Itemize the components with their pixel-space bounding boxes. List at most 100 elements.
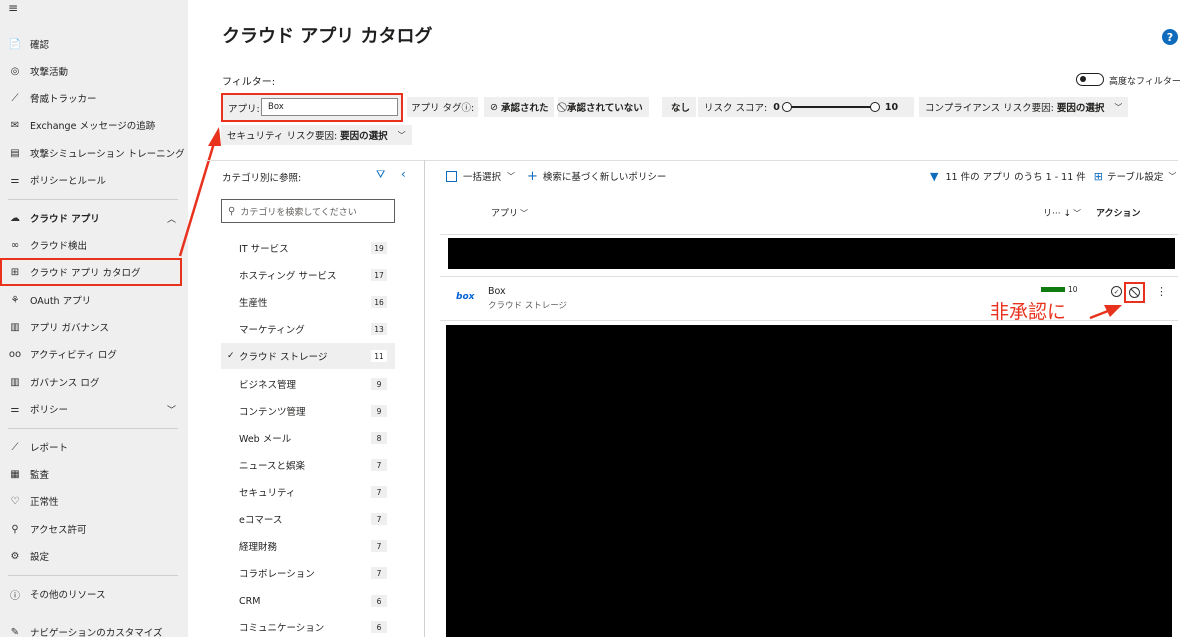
document-icon: 📄 (8, 38, 22, 50)
unsanctioned-tag-button[interactable]: ⃠承認されていない (558, 97, 649, 117)
category-label: 生産性 (239, 298, 268, 309)
nav-item-policies[interactable]: ⚌ ポリシー ﹀ (0, 398, 188, 420)
nav-item-permissions[interactable]: ⚲ アクセス許可 (0, 518, 188, 540)
nav-item-campaigns[interactable]: ◎ 攻撃活動 (0, 60, 188, 82)
chevron-down-icon[interactable]: ﹀ (507, 171, 515, 182)
advanced-filter-toggle[interactable] (1076, 73, 1104, 86)
row-divider (440, 234, 1178, 235)
bulk-select-checkbox[interactable] (446, 170, 457, 182)
category-item[interactable]: CRM 6 (221, 588, 395, 614)
no-tag-button[interactable]: なし (662, 97, 697, 117)
table-toolbar-right: ▼ 11 件の アプリ のうち 1 - 11 件 ⊞ テーブル設定 ﹀ (930, 169, 1176, 184)
help-icon[interactable]: ? (1162, 29, 1178, 45)
security-risk-filter[interactable]: セキュリティ リスク要因: 要因の選択 ﹀ (221, 125, 412, 145)
nav-item-cloud-app-catalog[interactable]: ⊞ クラウド アプリ カタログ (0, 258, 182, 286)
chevron-down-icon[interactable]: ﹀ (167, 403, 176, 416)
nav-item-governance-log[interactable]: ▥ ガバナンス ログ (0, 371, 188, 393)
category-count: 13 (371, 323, 387, 335)
app-filter-label: アプリ: (228, 104, 260, 115)
category-label: セキュリティ (239, 488, 296, 499)
app-filter: アプリ: Box (221, 93, 403, 122)
column-header-app[interactable]: アプリ ﹀ (491, 206, 528, 219)
category-item[interactable]: ビジネス管理 9 (221, 371, 395, 397)
chevron-down-icon[interactable]: ﹀ (1168, 171, 1176, 182)
nav-item-customize-navigation[interactable]: ✎ ナビゲーションのカスタマイズ (0, 621, 188, 637)
exchange-icon: ✉ (10, 119, 20, 131)
category-label: ニュースと娯楽 (239, 461, 306, 472)
row-divider (440, 320, 1178, 321)
category-item[interactable]: ホスティング サービス 17 (221, 262, 395, 288)
nav-item-label: Exchange メッセージの追跡 (30, 121, 156, 132)
nav-item-cloud-apps[interactable]: ☁ クラウド アプリ ︿ (0, 207, 188, 229)
hamburger-menu-icon[interactable]: ≡ (8, 2, 20, 14)
plus-icon[interactable]: + (527, 169, 538, 184)
chevron-left-icon[interactable]: ‹ (401, 167, 406, 181)
nav-item-health[interactable]: ♡ 正常性 (0, 490, 188, 512)
oauth-icon: ⚘ (10, 294, 20, 306)
column-header-risk[interactable]: リ··· ↓ ﹀ (1043, 206, 1081, 219)
category-item[interactable]: コラボレーション 7 (221, 560, 395, 586)
category-panel-title: カテゴリ別に参照: (222, 173, 302, 184)
key-icon: ⚲ (11, 523, 19, 535)
nav-item-policies-rules[interactable]: ⚌ ポリシーとルール (0, 169, 188, 191)
binoculars-icon: ∞ (10, 239, 20, 251)
table-toolbar: 一括選択 ﹀ + 検索に基づく新しいポリシー (446, 168, 666, 184)
category-label: コンテンツ管理 (239, 407, 306, 418)
nav-divider (8, 575, 178, 576)
category-item-selected[interactable]: ✓ クラウド ストレージ 11 (221, 343, 395, 369)
nav-item-label: アクセス許可 (30, 525, 87, 536)
nav-item-review[interactable]: 📄 確認 (0, 33, 188, 55)
category-item[interactable]: コンテンツ管理 9 (221, 398, 395, 424)
sanction-button[interactable]: ✓ (1111, 286, 1122, 297)
more-actions-icon[interactable]: ⋮ (1156, 285, 1167, 298)
category-item[interactable]: セキュリティ 7 (221, 479, 395, 505)
nav-item-oauth-apps[interactable]: ⚘ OAuth アプリ (0, 289, 188, 311)
category-item[interactable]: eコマース 7 (221, 506, 395, 532)
category-item[interactable]: 生産性 16 (221, 289, 395, 315)
category-item[interactable]: マーケティング 13 (221, 316, 395, 342)
search-icon: ⚲ (228, 205, 236, 217)
nav-item-reports[interactable]: ⟋ レポート (0, 436, 188, 458)
nav-item-more-resources[interactable]: ⓘ その他のリソース (0, 583, 188, 605)
nav-item-exchange-trace[interactable]: ✉ Exchange メッセージの追跡 (0, 114, 188, 136)
arrow-to-unsanction (1089, 309, 1109, 320)
sliders-icon: ⚌ (10, 174, 20, 186)
unsanction-button[interactable] (1124, 282, 1145, 303)
category-label: マーケティング (239, 325, 305, 336)
nav-item-label: レポート (30, 443, 69, 454)
category-count: 16 (371, 296, 387, 308)
arrow-head-right (1104, 305, 1122, 317)
app-name[interactable]: Box (488, 286, 506, 297)
category-item[interactable]: Web メール 8 (221, 425, 395, 451)
category-label: Web メール (239, 434, 292, 445)
category-search-input[interactable]: ⚲ カテゴリを検索してください (221, 199, 395, 223)
risk-score-label: リスク スコア: (704, 103, 768, 114)
nav-item-threat-tracker[interactable]: ⟋ 脅威トラッカー (0, 87, 188, 109)
chevron-up-icon[interactable]: ︿ (167, 212, 176, 225)
nav-item-app-governance[interactable]: ▥ アプリ ガバナンス (0, 316, 188, 338)
app-filter-input[interactable]: Box (261, 98, 398, 116)
nav-item-attack-simulation[interactable]: ▤ 攻撃シミュレーション トレーニング (0, 142, 188, 164)
category-item[interactable]: コミュニケーション 6 (221, 614, 395, 637)
sliders-icon: ⚌ (10, 403, 20, 415)
check-icon: ✓ (227, 351, 235, 361)
nav-item-settings[interactable]: ⚙ 設定 (0, 545, 188, 567)
nav-item-cloud-discovery[interactable]: ∞ クラウド検出 (0, 234, 188, 256)
filter-clear-icon[interactable]: ⛛ (376, 168, 385, 182)
category-item[interactable]: IT サービス 19 (221, 235, 395, 261)
table-settings-button[interactable]: テーブル設定 (1107, 169, 1163, 183)
compliance-risk-filter[interactable]: コンプライアンス リスク要因: 要因の選択 ﹀ (919, 97, 1129, 117)
column-header-risk-label: リ··· ↓ (1043, 209, 1071, 219)
sanctioned-tag-button[interactable]: ⊘ 承認された (484, 97, 555, 117)
new-policy-button[interactable]: 検索に基づく新しいポリシー (543, 169, 667, 183)
nav-item-audit[interactable]: ▦ 監査 (0, 463, 188, 485)
nav-item-activity-log[interactable]: oo アクティビティ ログ (0, 343, 188, 365)
bulk-select-label[interactable]: 一括選択 (463, 169, 501, 183)
category-item[interactable]: ニュースと娯楽 7 (221, 452, 395, 478)
result-count: 11 件の アプリ のうち 1 - 11 件 (945, 172, 1086, 183)
risk-score-slider[interactable] (781, 102, 880, 112)
risk-score-value: 10 (1068, 285, 1078, 294)
risk-score-filter[interactable]: リスク スコア: 0 10 (698, 97, 914, 117)
category-item[interactable]: 経理財務 7 (221, 533, 395, 559)
category-label: ホスティング サービス (239, 271, 337, 282)
